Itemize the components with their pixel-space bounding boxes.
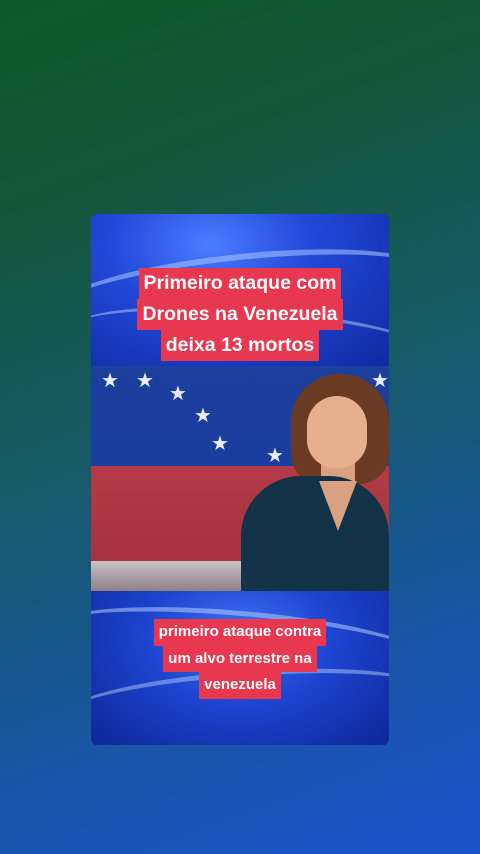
subtitle-line: primeiro ataque contra <box>153 619 327 646</box>
headline-line: Primeiro ataque com <box>138 268 342 299</box>
flag-star-icon: ★ <box>101 370 119 392</box>
headline-line: Drones na Venezuela <box>137 299 343 330</box>
headline-line: deixa 13 mortos <box>160 330 320 361</box>
subtitle-line: um alvo terrestre na <box>163 645 317 672</box>
flag-star-icon: ★ <box>211 433 229 455</box>
presenter-dress <box>241 476 389 591</box>
flag-star-icon: ★ <box>194 405 212 427</box>
flag-star-icon: ★ <box>136 370 154 392</box>
subtitle-line: venezuela <box>199 672 281 699</box>
video-card[interactable]: ★ ★ ★ ★ ★ ★ ★ Primeiro ataque com Drones… <box>91 214 389 745</box>
presenter-neckline <box>319 481 357 531</box>
flag-star-icon: ★ <box>169 383 187 405</box>
subtitle-caption: primeiro ataque contra um alvo terrestre… <box>91 619 389 699</box>
news-video-frame[interactable]: ★ ★ ★ ★ ★ ★ ★ <box>91 366 389 591</box>
news-presenter <box>241 366 389 591</box>
presenter-face <box>307 396 367 468</box>
headline-caption: Primeiro ataque com Drones na Venezuela … <box>91 268 389 361</box>
